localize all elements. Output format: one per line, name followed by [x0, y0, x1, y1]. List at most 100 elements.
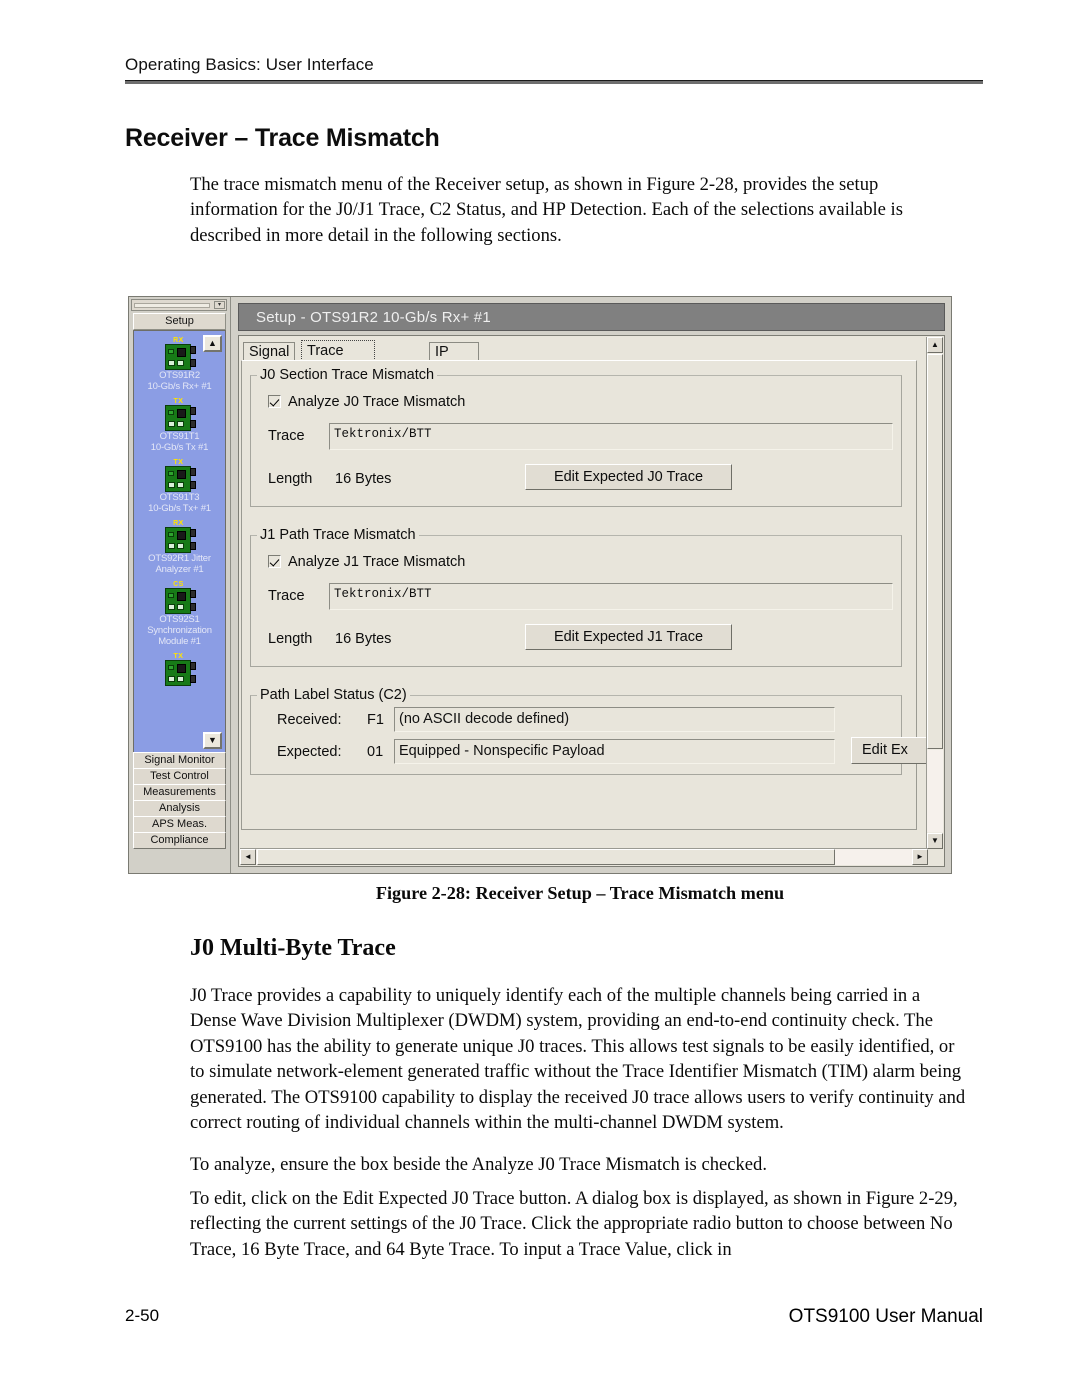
- running-header-text: Operating Basics: User Interface: [125, 55, 374, 74]
- navigator-panel: ▾ Setup ▲ ▼ RX OTS91R2 10-Gb/s Rx+ #1 TX…: [129, 297, 231, 873]
- tab-page-trace-mismatch: J0 Section Trace Mismatch Analyze J0 Tra…: [241, 360, 927, 830]
- module-tag: TX: [173, 653, 184, 660]
- module-card-icon: [163, 588, 197, 614]
- page-title: Receiver – Trace Mismatch: [125, 124, 440, 152]
- module-tag: TX: [173, 459, 184, 466]
- label-c2-expected: Expected:: [277, 744, 342, 760]
- edit-expected-j0-trace-button[interactable]: Edit Expected J0 Trace: [525, 464, 732, 490]
- figure-screenshot: ▾ Setup ▲ ▼ RX OTS91R2 10-Gb/s Rx+ #1 TX…: [128, 296, 952, 874]
- input-j0-trace[interactable]: Tektronix/BTT: [329, 423, 893, 450]
- module-label-line1: OTS92R1 Jitter: [148, 553, 211, 564]
- group-j0-section-trace-mismatch: J0 Section Trace Mismatch Analyze J0 Tra…: [250, 367, 902, 507]
- group-title-j1: J1 Path Trace Mismatch: [257, 527, 419, 543]
- header-rule: [125, 80, 983, 84]
- chevron-down-icon[interactable]: ▾: [214, 301, 225, 309]
- module-item-ots91r2[interactable]: RX OTS91R2 10-Gb/s Rx+ #1: [134, 337, 225, 392]
- module-item-ots91t3[interactable]: TX OTS91T3 10-Gb/s Tx+ #1: [134, 459, 225, 514]
- module-card-icon: [163, 466, 197, 492]
- window-title-bar[interactable]: Setup - OTS91R2 10-Gb/s Rx+ #1: [238, 303, 945, 331]
- analyze-instruction-paragraph: To analyze, ensure the box beside the An…: [190, 1154, 767, 1175]
- vertical-scrollbar[interactable]: ▲ ▼: [926, 337, 943, 849]
- j0-trace-paragraph: J0 Trace provides a capability to unique…: [190, 985, 966, 1134]
- footer-page-number: 2-50: [125, 1306, 160, 1325]
- module-item-ots91t1[interactable]: TX OTS91T1 10-Gb/s Tx #1: [134, 398, 225, 453]
- label-j0-trace: Trace: [268, 428, 305, 444]
- field-c2-received-decode[interactable]: (no ASCII decode defined): [394, 707, 835, 732]
- group-title-j0: J0 Section Trace Mismatch: [257, 367, 438, 383]
- nav-button-analysis[interactable]: Analysis: [133, 800, 226, 817]
- scroll-left-icon[interactable]: ◄: [240, 849, 256, 865]
- checkmark-icon[interactable]: [268, 395, 281, 408]
- label-j1-trace: Trace: [268, 588, 305, 604]
- module-label-line2: 10-Gb/s Rx+ #1: [147, 381, 212, 392]
- group-title-c2: Path Label Status (C2): [257, 687, 410, 703]
- input-j1-trace[interactable]: Tektronix/BTT: [329, 583, 893, 610]
- edit-expected-c2-button[interactable]: Edit Ex: [851, 737, 927, 764]
- value-j1-length: 16 Bytes: [335, 631, 392, 647]
- nav-button-aps-meas[interactable]: APS Meas.: [133, 816, 226, 833]
- module-card-icon: [163, 660, 197, 686]
- module-tag: RX: [173, 520, 184, 527]
- module-label-line2: 10-Gb/s Tx+ #1: [148, 503, 211, 514]
- checkbox-analyze-j0[interactable]: Analyze J0 Trace Mismatch: [268, 393, 465, 410]
- checkbox-analyze-j1[interactable]: Analyze J1 Trace Mismatch: [268, 553, 465, 570]
- value-c2-expected-code: 01: [367, 744, 384, 760]
- checkmark-icon[interactable]: [268, 555, 281, 568]
- setup-window: Setup - OTS91R2 10-Gb/s Rx+ #1 Signal Tr…: [232, 299, 951, 873]
- module-tag: CS: [173, 581, 184, 588]
- module-tag: TX: [173, 398, 184, 405]
- scroll-up-icon[interactable]: ▲: [927, 337, 943, 353]
- edit-instruction-paragraph: To edit, click on the Edit Expected J0 T…: [190, 1188, 958, 1260]
- module-item-ots92s1[interactable]: CS OTS92S1 Synchronization Module #1: [134, 581, 225, 647]
- edit-expected-j1-trace-button[interactable]: Edit Expected J1 Trace: [525, 624, 732, 650]
- nav-button-compliance[interactable]: Compliance: [133, 832, 226, 849]
- module-item-partial[interactable]: TX: [134, 653, 225, 686]
- module-card-icon: [163, 344, 197, 370]
- navigator-setup-tab[interactable]: Setup: [133, 313, 226, 330]
- module-tag: RX: [173, 337, 184, 344]
- nav-button-signal-monitor[interactable]: Signal Monitor: [133, 752, 226, 769]
- subsection-title: J0 Multi-Byte Trace: [190, 935, 396, 961]
- nav-button-measurements[interactable]: Measurements: [133, 784, 226, 801]
- module-label-line1: OTS91T1: [159, 431, 200, 442]
- nav-button-test-control[interactable]: Test Control: [133, 768, 226, 785]
- module-label-line1: OTS92S1: [159, 614, 200, 625]
- navigator-scroll-track[interactable]: [134, 303, 210, 308]
- navigator-button-stack: Signal Monitor Test Control Measurements…: [133, 752, 226, 849]
- field-c2-expected-decode[interactable]: Equipped - Nonspecific Payload: [394, 739, 835, 764]
- tab-ip-setup[interactable]: IP Setup: [429, 342, 479, 378]
- scroll-down-icon[interactable]: ▼: [927, 833, 943, 849]
- vertical-scroll-track[interactable]: [927, 750, 943, 832]
- module-label-line2: 10-Gb/s Tx #1: [150, 442, 209, 453]
- horizontal-scroll-thumb[interactable]: [257, 849, 835, 865]
- navigator-scroll-header[interactable]: ▾: [131, 299, 227, 311]
- value-c2-received-code: F1: [367, 712, 384, 728]
- module-list[interactable]: ▲ ▼ RX OTS91R2 10-Gb/s Rx+ #1 TX OTS91T1…: [133, 330, 226, 754]
- module-label-line2: Synchronization Module #1: [147, 625, 212, 647]
- label-j1-length: Length: [268, 631, 313, 647]
- checkbox-label-analyze-j1: Analyze J1 Trace Mismatch: [288, 554, 466, 570]
- module-label-line1: OTS91R2: [159, 370, 200, 381]
- value-j0-length: 16 Bytes: [335, 471, 392, 487]
- window-client-area: Signal Trace Mismatch IP Setup J0 Sectio…: [238, 335, 945, 867]
- running-header: Operating Basics: User Interface: [125, 55, 983, 84]
- intro-paragraph: The trace mismatch menu of the Receiver …: [190, 174, 903, 246]
- module-list-scroll-down[interactable]: ▼: [203, 732, 222, 749]
- module-card-icon: [163, 527, 197, 553]
- module-label-line1: OTS91T3: [159, 492, 200, 503]
- module-item-ots92r1[interactable]: RX OTS92R1 Jitter Analyzer #1: [134, 520, 225, 575]
- label-c2-received: Received:: [277, 712, 342, 728]
- checkbox-label-analyze-j0: Analyze J0 Trace Mismatch: [288, 394, 466, 410]
- scroll-right-icon[interactable]: ►: [912, 849, 928, 865]
- vertical-scroll-thumb[interactable]: [927, 354, 943, 749]
- group-path-label-status-c2: Path Label Status (C2) Received: F1 (no …: [250, 687, 927, 775]
- horizontal-scrollbar[interactable]: ◄ ►: [240, 848, 928, 865]
- group-j1-path-trace-mismatch: J1 Path Trace Mismatch Analyze J1 Trace …: [250, 527, 902, 667]
- page-footer: 2-50 OTS9100 User Manual: [125, 1306, 983, 1328]
- tab-signal[interactable]: Signal: [243, 342, 296, 362]
- label-j0-length: Length: [268, 471, 313, 487]
- window-title: Setup - OTS91R2 10-Gb/s Rx+ #1: [256, 309, 491, 326]
- module-card-icon: [163, 405, 197, 431]
- footer-manual-title: OTS9100 User Manual: [788, 1306, 983, 1327]
- figure-caption: Figure 2-28: Receiver Setup – Trace Mism…: [375, 883, 785, 903]
